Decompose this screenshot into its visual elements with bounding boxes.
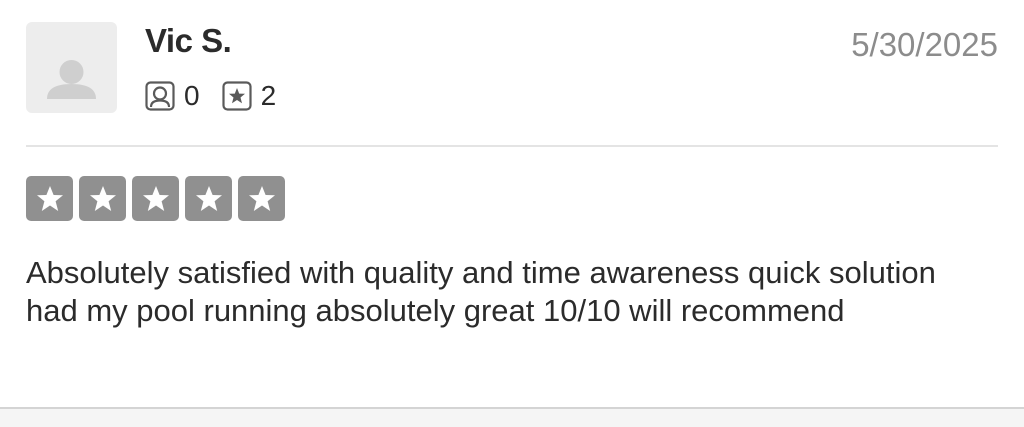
star-icon [79,176,126,221]
friends-icon [145,81,175,111]
star-icon [238,176,285,221]
review-date: 5/30/2025 [851,26,998,63]
review-card: Vic S. 5/30/2025 0 2 Absolutely satisfie… [0,0,1024,427]
star-rating [26,176,291,221]
reviews-stat: 2 [221,80,277,112]
star-icon [185,176,232,221]
friends-count: 0 [184,80,200,111]
star-icon [26,176,73,221]
reviewer-stats: 0 2 [145,79,298,113]
reviews-count: 2 [260,80,277,111]
review-text: Absolutely satisfied with quality and ti… [26,255,936,328]
reviews-star-icon [221,81,252,111]
default-user-avatar-icon[interactable] [26,22,117,113]
divider [26,145,998,147]
star-icon [132,176,179,221]
next-section [0,409,1024,427]
friends-stat: 0 [145,80,200,112]
reviewer-name[interactable]: Vic S. [145,22,232,60]
